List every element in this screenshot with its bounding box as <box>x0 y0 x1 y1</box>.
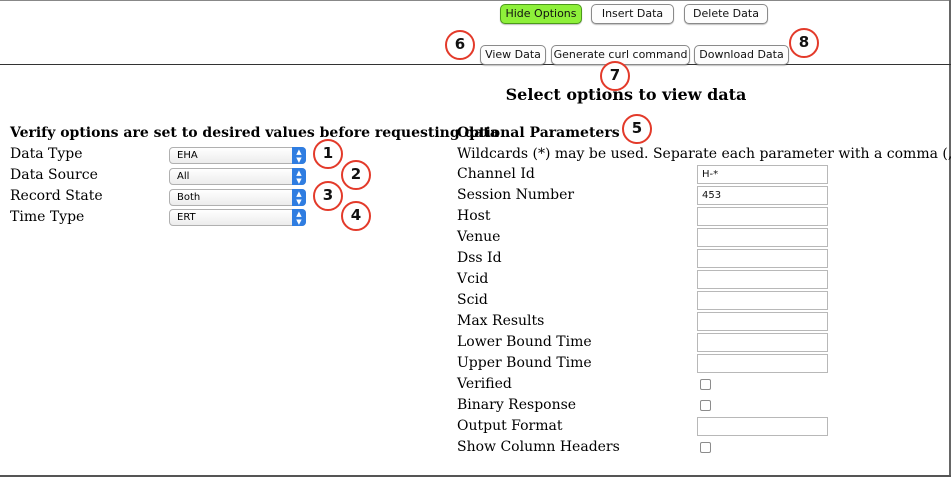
scid-label: Scid <box>457 292 488 308</box>
annotation-badge-8: 8 <box>789 28 819 58</box>
record-state-value: Both <box>177 192 201 203</box>
venue-label: Venue <box>457 229 501 245</box>
session-number-label: Session Number <box>457 187 575 203</box>
window-top-border <box>0 0 951 1</box>
lower-bound-time-label: Lower Bound Time <box>457 334 592 350</box>
annotation-badge-1: 1 <box>313 139 343 169</box>
annotation-badge-4: 4 <box>341 201 371 231</box>
annotation-badge-3: 3 <box>313 181 343 211</box>
venue-field[interactable] <box>697 228 828 247</box>
delete-data-button[interactable]: Delete Data <box>684 4 768 24</box>
verified-checkbox[interactable] <box>700 379 711 390</box>
scid-field[interactable] <box>697 291 828 310</box>
data-type-label: Data Type <box>10 146 83 162</box>
output-format-field[interactable] <box>697 417 828 436</box>
max-results-field[interactable] <box>697 312 828 331</box>
channel-id-field[interactable]: H-* <box>697 165 828 184</box>
time-type-select[interactable]: ERT ▲ ▼ <box>169 209 306 226</box>
vcid-field[interactable] <box>697 270 828 289</box>
page-title: Select options to view data <box>505 85 747 104</box>
annotation-badge-6: 6 <box>445 30 475 60</box>
updown-chevron-icon: ▲ ▼ <box>292 189 306 206</box>
output-format-label: Output Format <box>457 418 563 434</box>
binary-response-label: Binary Response <box>457 397 577 413</box>
annotation-badge-7: 7 <box>600 61 630 91</box>
record-state-select[interactable]: Both ▲ ▼ <box>169 189 306 206</box>
insert-data-button[interactable]: Insert Data <box>591 4 674 24</box>
updown-chevron-icon: ▲ ▼ <box>292 209 306 226</box>
toolbar-divider <box>0 64 951 65</box>
binary-response-checkbox[interactable] <box>700 400 711 411</box>
show-column-headers-label: Show Column Headers <box>457 439 620 455</box>
hide-options-button[interactable]: Hide Options <box>500 4 582 24</box>
annotation-badge-5: 5 <box>622 114 652 144</box>
time-type-label: Time Type <box>10 209 85 225</box>
show-column-headers-checkbox[interactable] <box>700 442 711 453</box>
dss-id-label: Dss Id <box>457 250 502 266</box>
time-type-value: ERT <box>177 212 196 223</box>
required-options-heading: Verify options are set to desired values… <box>10 125 499 141</box>
upper-bound-time-field[interactable] <box>697 354 828 373</box>
updown-chevron-icon: ▲ ▼ <box>292 168 306 185</box>
wildcard-hint: Wildcards (*) may be used. Separate each… <box>457 146 951 162</box>
max-results-label: Max Results <box>457 313 545 329</box>
data-source-select[interactable]: All ▲ ▼ <box>169 168 306 185</box>
vcid-label: Vcid <box>457 271 489 287</box>
record-state-label: Record State <box>10 188 103 204</box>
updown-chevron-icon: ▲ ▼ <box>292 147 306 164</box>
data-source-label: Data Source <box>10 167 98 183</box>
data-type-value: EHA <box>177 150 198 161</box>
host-label: Host <box>457 208 491 224</box>
host-field[interactable] <box>697 207 828 226</box>
session-number-field[interactable]: 453 <box>697 186 828 205</box>
optional-parameters-heading: Optional Parameters <box>457 125 620 141</box>
data-type-select[interactable]: EHA ▲ ▼ <box>169 147 306 164</box>
dss-id-field[interactable] <box>697 249 828 268</box>
view-data-button[interactable]: View Data <box>480 45 546 65</box>
upper-bound-time-label: Upper Bound Time <box>457 355 592 371</box>
verified-label: Verified <box>457 376 512 392</box>
channel-id-label: Channel Id <box>457 166 535 182</box>
download-data-button[interactable]: Download Data <box>694 45 789 65</box>
data-source-value: All <box>177 171 190 182</box>
annotation-badge-2: 2 <box>341 160 371 190</box>
lower-bound-time-field[interactable] <box>697 333 828 352</box>
